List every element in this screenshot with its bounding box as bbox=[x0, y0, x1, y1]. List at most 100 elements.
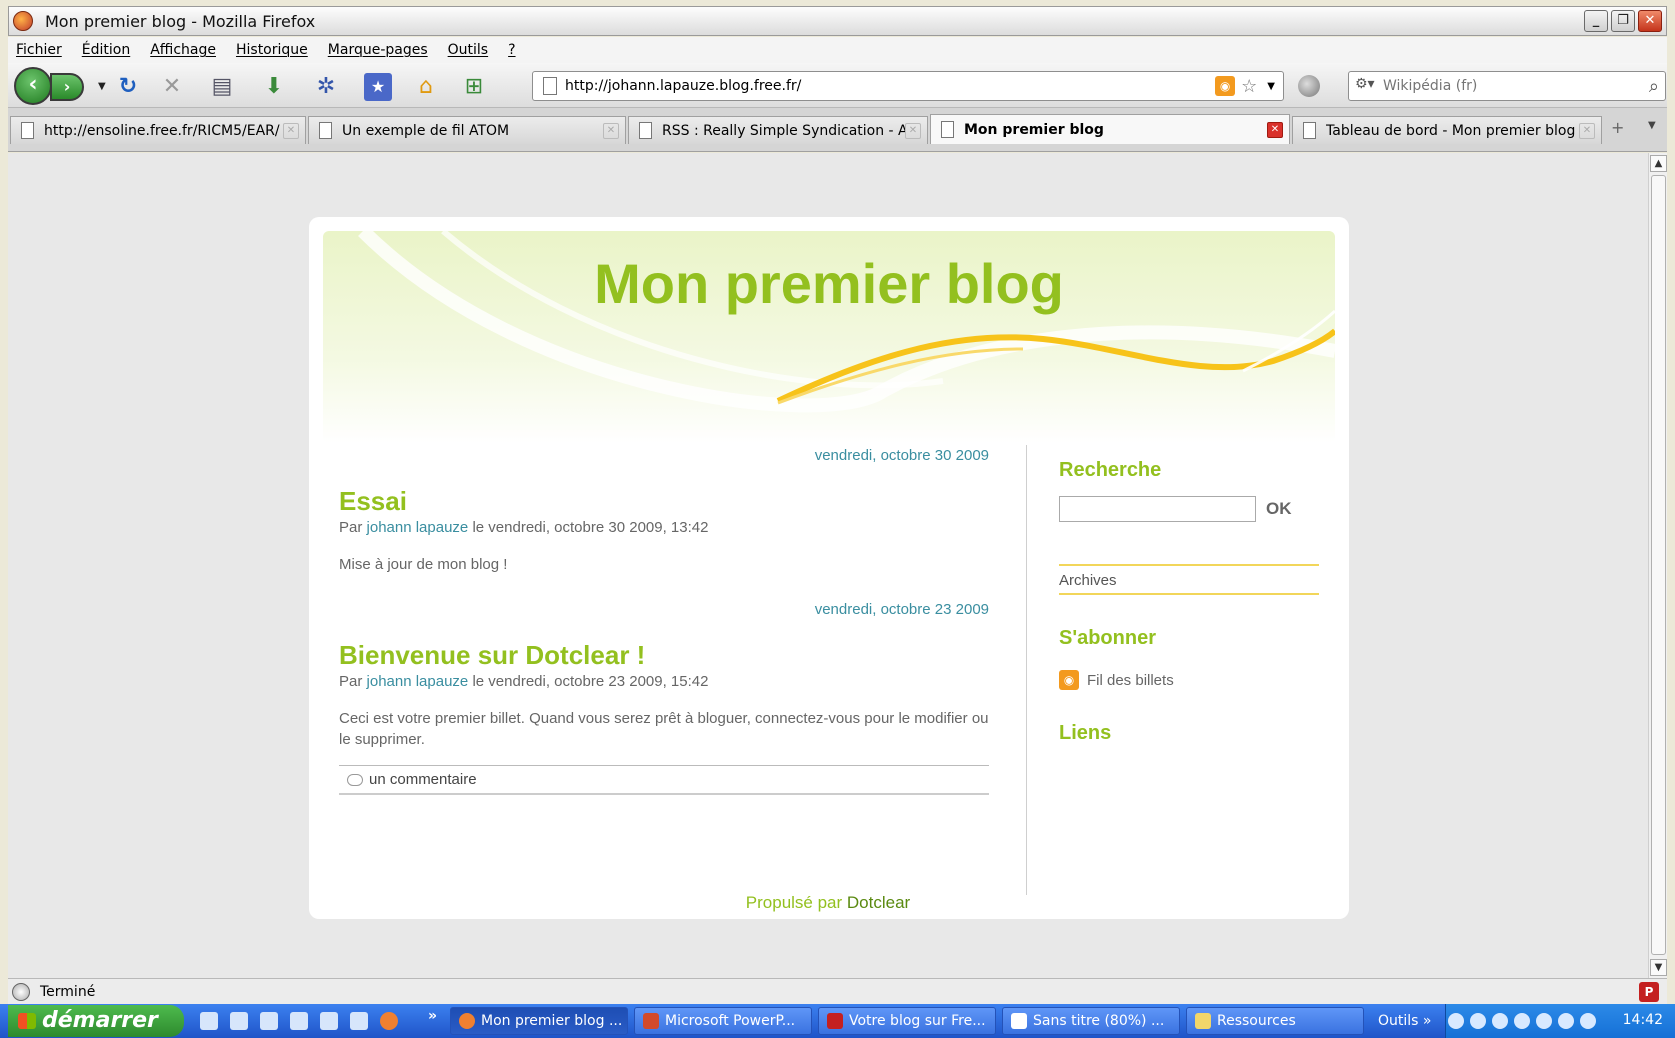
firefox-quicklaunch-icon[interactable] bbox=[380, 1012, 398, 1030]
menu-fichier[interactable]: Fichier bbox=[16, 42, 62, 58]
search-heading: Recherche bbox=[1059, 459, 1162, 481]
task-label: Votre blog sur Fre... bbox=[849, 1013, 986, 1029]
dotclear-link[interactable]: Dotclear bbox=[847, 893, 910, 912]
author-link[interactable]: johann lapauze bbox=[367, 519, 469, 536]
task-firefox[interactable]: Mon premier blog ... bbox=[450, 1007, 628, 1035]
task-folder[interactable]: Ressources bbox=[1186, 1007, 1364, 1035]
tab-list-icon[interactable]: ▼ bbox=[1648, 120, 1656, 131]
blog-search-button[interactable]: OK bbox=[1266, 499, 1292, 519]
back-button[interactable]: ‹ bbox=[14, 67, 52, 105]
search-bar[interactable]: ⚙▾ ⌕ bbox=[1348, 71, 1666, 101]
tray-icon[interactable] bbox=[1492, 1013, 1508, 1029]
taskbar-toolbar-label[interactable]: Outils » bbox=[1378, 1013, 1431, 1029]
address-bar[interactable]: http://johann.lapauze.blog.free.fr/ ◉ ☆ … bbox=[532, 71, 1284, 101]
tab-atom-example[interactable]: Un exemple de fil ATOM ✕ bbox=[308, 116, 626, 144]
task-pdf[interactable]: Votre blog sur Fre... bbox=[818, 1007, 996, 1035]
page-icon bbox=[941, 121, 954, 138]
tray-icon[interactable] bbox=[1448, 1013, 1464, 1029]
url-dropdown-icon[interactable]: ▼ bbox=[1267, 81, 1275, 92]
tab-close-icon[interactable]: ✕ bbox=[603, 122, 619, 139]
menu-historique[interactable]: Historique bbox=[236, 42, 308, 58]
print-icon[interactable]: ▤ bbox=[208, 73, 236, 101]
task-powerpoint[interactable]: Microsoft PowerP... bbox=[634, 1007, 812, 1035]
quicklaunch-icon[interactable] bbox=[290, 1012, 308, 1030]
menu-marque-pages[interactable]: Marque-pages bbox=[328, 42, 428, 58]
footer-prefix: Propulsé par bbox=[745, 893, 843, 912]
restore-button[interactable]: ❐ bbox=[1611, 10, 1635, 32]
tray-icon[interactable] bbox=[1536, 1013, 1552, 1029]
menu-edition[interactable]: Édition bbox=[82, 42, 130, 58]
tab-ensoline[interactable]: http://ensoline.free.fr/RICM5/EAR/ ✕ bbox=[10, 116, 306, 144]
tab-close-icon[interactable]: ✕ bbox=[1267, 121, 1283, 138]
tray-icon[interactable] bbox=[1470, 1013, 1486, 1029]
page-icon bbox=[1303, 122, 1316, 139]
column-divider bbox=[1026, 445, 1027, 895]
pdf-addon-icon[interactable]: P bbox=[1639, 982, 1659, 1002]
quicklaunch-more-icon[interactable]: » bbox=[428, 1008, 437, 1024]
tab-tableau-de-bord[interactable]: Tableau de bord - Mon premier blog - ...… bbox=[1292, 116, 1602, 144]
rss-feed-icon[interactable]: ◉ bbox=[1215, 76, 1236, 96]
start-button[interactable]: démarrer bbox=[8, 1005, 184, 1037]
task-paint[interactable]: Sans titre (80%) ... bbox=[1002, 1007, 1180, 1035]
stop-icon[interactable]: ✕ bbox=[158, 73, 186, 101]
reload-icon[interactable]: ↻ bbox=[114, 73, 142, 101]
new-tab-icon[interactable]: ⊞ bbox=[460, 73, 488, 101]
archives-link[interactable]: Archives bbox=[1059, 564, 1319, 595]
tab-mon-premier-blog[interactable]: Mon premier blog ✕ bbox=[930, 114, 1290, 144]
comments-link[interactable]: un commentaire bbox=[339, 765, 989, 795]
menu-outils[interactable]: Outils bbox=[448, 42, 488, 58]
task-label: Mon premier blog ... bbox=[481, 1013, 623, 1029]
forward-button[interactable]: › bbox=[50, 73, 84, 101]
vertical-scrollbar[interactable]: ▲ ▼ bbox=[1648, 153, 1667, 978]
post-title[interactable]: Bienvenue sur Dotclear ! bbox=[339, 640, 989, 671]
quicklaunch-icon[interactable] bbox=[320, 1012, 338, 1030]
links-heading: Liens bbox=[1059, 722, 1112, 744]
tab-label: Mon premier blog bbox=[964, 121, 1104, 138]
quicklaunch-icon[interactable] bbox=[260, 1012, 278, 1030]
url-text[interactable]: http://johann.lapauze.blog.free.fr/ bbox=[565, 78, 1215, 94]
scroll-thumb[interactable] bbox=[1651, 175, 1666, 955]
wifi-icon[interactable] bbox=[1580, 1013, 1596, 1029]
folder-icon bbox=[1195, 1013, 1211, 1029]
quicklaunch-icon[interactable] bbox=[230, 1012, 248, 1030]
blog-footer: Propulsé par Dotclear bbox=[8, 893, 1648, 913]
author-link[interactable]: johann lapauze bbox=[367, 673, 469, 690]
date-header: vendredi, octobre 30 2009 bbox=[814, 447, 989, 464]
search-input[interactable] bbox=[1383, 78, 1649, 94]
tab-close-icon[interactable]: ✕ bbox=[1579, 122, 1595, 139]
windows-taskbar: démarrer » Mon premier blog ... Microsof… bbox=[0, 1004, 1675, 1038]
menu-help[interactable]: ? bbox=[508, 42, 515, 58]
window-title: Mon premier blog - Mozilla Firefox bbox=[45, 11, 316, 31]
tab-close-icon[interactable]: ✕ bbox=[283, 122, 299, 139]
bookmark-star-icon[interactable]: ☆ bbox=[1241, 76, 1257, 97]
search-engine-icon[interactable]: ⚙▾ bbox=[1355, 76, 1383, 96]
blog-title[interactable]: Mon premier blog bbox=[323, 251, 1335, 316]
status-icon bbox=[12, 982, 30, 1001]
blog-search-input[interactable] bbox=[1059, 496, 1256, 522]
sidebar: Recherche OK Archives S'abonner ◉ Fil de… bbox=[1059, 459, 1319, 745]
search-icon[interactable]: ⌕ bbox=[1649, 76, 1659, 97]
history-dropdown-icon[interactable]: ▼ bbox=[98, 81, 106, 92]
quicklaunch-icon[interactable] bbox=[200, 1012, 218, 1030]
tray-icon[interactable] bbox=[1558, 1013, 1574, 1029]
bookmarks-icon[interactable]: ★ bbox=[364, 73, 392, 101]
home-icon[interactable]: ⌂ bbox=[412, 73, 440, 101]
globe-icon[interactable] bbox=[1298, 75, 1320, 97]
extension-icon[interactable]: ✲ bbox=[312, 73, 340, 101]
feed-link[interactable]: ◉ Fil des billets bbox=[1059, 670, 1319, 690]
minimize-button[interactable]: _ bbox=[1584, 10, 1608, 32]
scroll-up-icon[interactable]: ▲ bbox=[1650, 155, 1667, 172]
download-icon[interactable]: ⬇ bbox=[260, 73, 288, 101]
post-title[interactable]: Essai bbox=[339, 486, 989, 517]
tab-rss[interactable]: RSS : Really Simple Syndication - Avan..… bbox=[628, 116, 928, 144]
clock[interactable]: 14:42 bbox=[1623, 1012, 1663, 1028]
system-tray: 14:42 bbox=[1445, 1004, 1675, 1038]
menu-affichage[interactable]: Affichage bbox=[150, 42, 216, 58]
new-tab-plus-icon[interactable]: + bbox=[1611, 118, 1624, 137]
post-by: Par bbox=[339, 673, 363, 690]
close-button[interactable]: ✕ bbox=[1638, 10, 1662, 32]
tab-close-icon[interactable]: ✕ bbox=[905, 122, 921, 139]
scroll-down-icon[interactable]: ▼ bbox=[1650, 959, 1667, 976]
quicklaunch-icon[interactable] bbox=[350, 1012, 368, 1030]
tray-icon[interactable] bbox=[1514, 1013, 1530, 1029]
